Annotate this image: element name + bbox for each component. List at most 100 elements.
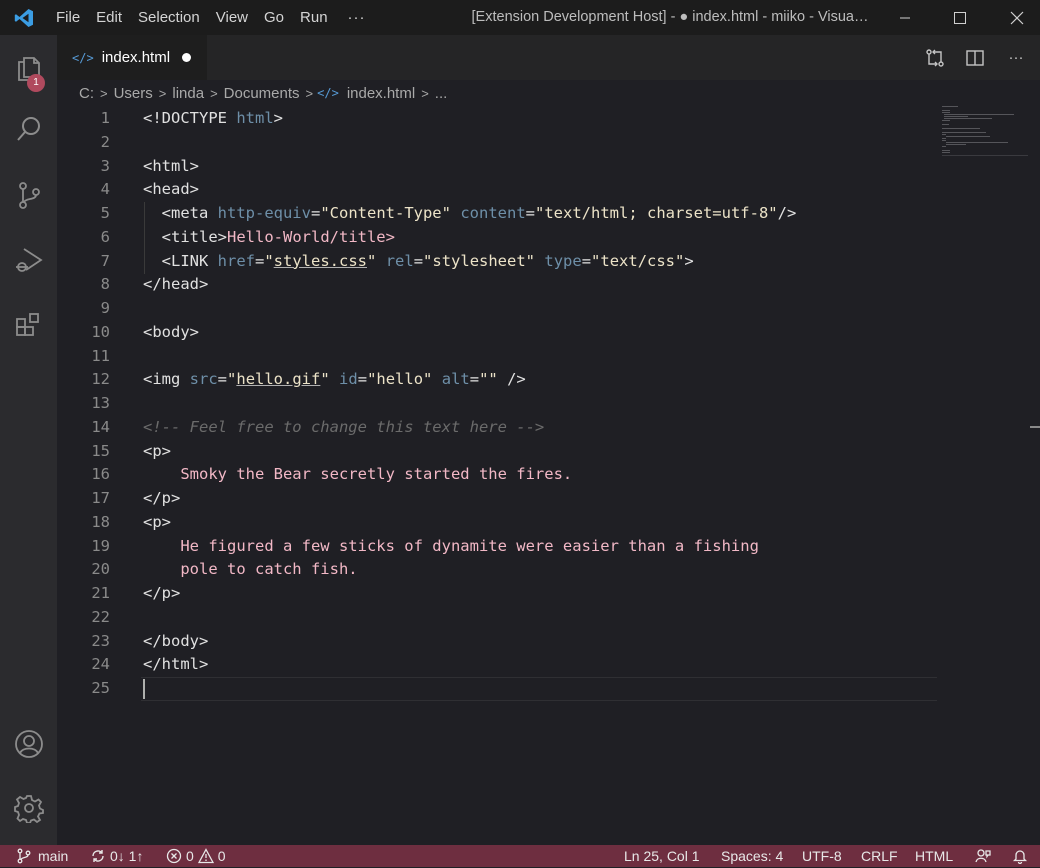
menu-selection[interactable]: Selection bbox=[130, 0, 208, 35]
line-number: 22 bbox=[91, 607, 110, 626]
code-token: rel bbox=[385, 251, 414, 270]
code-line: 3 <html> bbox=[57, 154, 1040, 178]
explorer-badge: 1 bbox=[27, 74, 45, 92]
sync-indicator[interactable]: 0↓ 1↑ bbox=[90, 845, 143, 867]
problems-indicator[interactable]: 0 0 bbox=[166, 845, 226, 867]
code-line: 20 pole to catch fish. bbox=[57, 557, 1040, 581]
code-token: " bbox=[264, 251, 274, 270]
code-editor[interactable]: 1 <!DOCTYPE html> 2 3 <html> 4 <head> 5 <meta h… bbox=[57, 106, 1040, 845]
line-content: <p> bbox=[143, 439, 171, 463]
maximize-button[interactable] bbox=[937, 0, 983, 35]
code-token: = bbox=[525, 204, 535, 222]
code-token: = bbox=[581, 251, 592, 270]
code-token: = bbox=[357, 370, 368, 389]
line-number: 12 bbox=[91, 370, 110, 389]
code-line: 21 </p> bbox=[57, 581, 1040, 605]
encoding[interactable]: UTF-8 bbox=[802, 845, 842, 867]
line-number: 15 bbox=[91, 441, 110, 460]
line-number: 19 bbox=[91, 536, 110, 555]
account-icon[interactable] bbox=[0, 720, 57, 768]
menu-go[interactable]: Go bbox=[256, 0, 292, 35]
line-content: <html> bbox=[143, 154, 199, 178]
code-line: 12 <img src="hello.gif" id="hello" alt=""… bbox=[57, 367, 1040, 391]
close-window-button[interactable] bbox=[994, 0, 1040, 35]
menu-edit[interactable]: Edit bbox=[88, 0, 130, 35]
code-line: 19 He figured a few sticks of dynamite w… bbox=[57, 534, 1040, 558]
code-token: http-equiv bbox=[217, 204, 311, 222]
warning-icon bbox=[197, 848, 214, 864]
breadcrumb-users[interactable]: Users bbox=[112, 85, 155, 102]
code-line: 7 <LINK href="styles.css" rel="styleshee… bbox=[57, 249, 1040, 273]
line-number: 11 bbox=[91, 346, 110, 365]
line-number: 7 bbox=[100, 251, 110, 270]
code-line: 1 <!DOCTYPE html> bbox=[57, 106, 1040, 130]
line-ending[interactable]: CRLF bbox=[861, 845, 898, 867]
code-token: <p> bbox=[143, 512, 171, 531]
code-token: <LINK bbox=[143, 251, 218, 270]
code-token: " bbox=[227, 370, 237, 389]
minimap[interactable] bbox=[942, 106, 1030, 166]
line-number: 21 bbox=[91, 584, 110, 602]
breadcrumb-drive[interactable]: C: bbox=[77, 85, 96, 102]
tab-index-html[interactable]: </> index.html bbox=[57, 35, 207, 80]
feedback-icon[interactable] bbox=[975, 845, 991, 867]
language-mode[interactable]: HTML bbox=[915, 845, 953, 867]
code-token: href bbox=[217, 251, 255, 270]
more-actions-icon[interactable]: ··· bbox=[999, 35, 1033, 80]
search-icon[interactable] bbox=[0, 105, 57, 153]
line-content: </p> bbox=[143, 581, 180, 605]
menu-view[interactable]: View bbox=[208, 0, 256, 35]
code-token: <html> bbox=[143, 156, 199, 175]
line-number: 14 bbox=[91, 417, 110, 436]
code-token: Hello-World/title> bbox=[227, 227, 395, 246]
line-content: <LINK href="styles.css" rel="stylesheet"… bbox=[143, 249, 694, 273]
indentation[interactable]: Spaces: 4 bbox=[721, 845, 783, 867]
code-token: = bbox=[217, 370, 228, 389]
run-debug-icon[interactable] bbox=[0, 236, 57, 284]
line-content: He figured a few sticks of dynamite were… bbox=[143, 534, 759, 558]
breadcrumb-documents[interactable]: Documents bbox=[222, 85, 302, 102]
breadcrumb-symbols[interactable]: ... bbox=[433, 85, 450, 102]
menu-file[interactable]: File bbox=[48, 0, 88, 35]
chevron-right-icon: > bbox=[158, 85, 167, 101]
line-content: <img src="hello.gif" id="hello" alt="" /… bbox=[143, 367, 526, 391]
code-line: 13 bbox=[57, 391, 1040, 415]
scrollbar-thumb[interactable] bbox=[1030, 426, 1040, 428]
line-content: Smoky the Bear secretly started the fire… bbox=[143, 462, 572, 486]
extensions-icon[interactable] bbox=[0, 301, 57, 349]
menu-more-button[interactable]: ··· bbox=[336, 0, 378, 35]
line-content: </head> bbox=[143, 272, 208, 296]
code-token: /> bbox=[497, 370, 526, 389]
code-token: alt bbox=[441, 370, 470, 389]
settings-gear-icon[interactable] bbox=[0, 784, 57, 832]
minimize-button[interactable] bbox=[882, 0, 928, 35]
code-token: "stylesheet" bbox=[423, 251, 536, 270]
notifications-bell-icon[interactable] bbox=[1012, 845, 1028, 867]
menu-run[interactable]: Run bbox=[292, 0, 336, 35]
breadcrumb-linda[interactable]: linda bbox=[170, 85, 206, 102]
cursor-position[interactable]: Ln 25, Col 1 bbox=[624, 845, 700, 867]
code-line: 25 bbox=[57, 676, 1040, 700]
code-line: 10 <body> bbox=[57, 320, 1040, 344]
line-number: 18 bbox=[91, 512, 110, 531]
compare-changes-icon[interactable] bbox=[918, 35, 952, 80]
code-line: 14 <!-- Feel free to change this text her… bbox=[57, 415, 1040, 439]
code-line: 5 <meta http-equiv="Content-Type" conten… bbox=[57, 201, 1040, 225]
chevron-right-icon: > bbox=[100, 85, 108, 101]
line-number: 3 bbox=[100, 156, 110, 175]
split-editor-icon[interactable] bbox=[958, 35, 992, 80]
unsaved-dot-icon[interactable] bbox=[182, 53, 192, 62]
code-token: = bbox=[310, 204, 321, 222]
code-line: 11 bbox=[57, 344, 1040, 368]
error-icon bbox=[166, 848, 182, 864]
status-bar: main 0↓ 1↑ 0 0 Ln 25, Col 1 Spaces: 4 UT… bbox=[0, 845, 1040, 867]
source-control-icon[interactable] bbox=[0, 171, 57, 219]
code-token: "text/html; charset=utf-8" bbox=[535, 204, 778, 222]
line-number: 2 bbox=[100, 132, 110, 151]
line-content: <body> bbox=[143, 320, 199, 344]
breadcrumb-file[interactable]: index.html bbox=[345, 85, 417, 102]
code-token: "" bbox=[479, 370, 498, 389]
explorer-icon[interactable]: 1 bbox=[0, 43, 57, 92]
branch-indicator[interactable]: main bbox=[16, 845, 68, 867]
